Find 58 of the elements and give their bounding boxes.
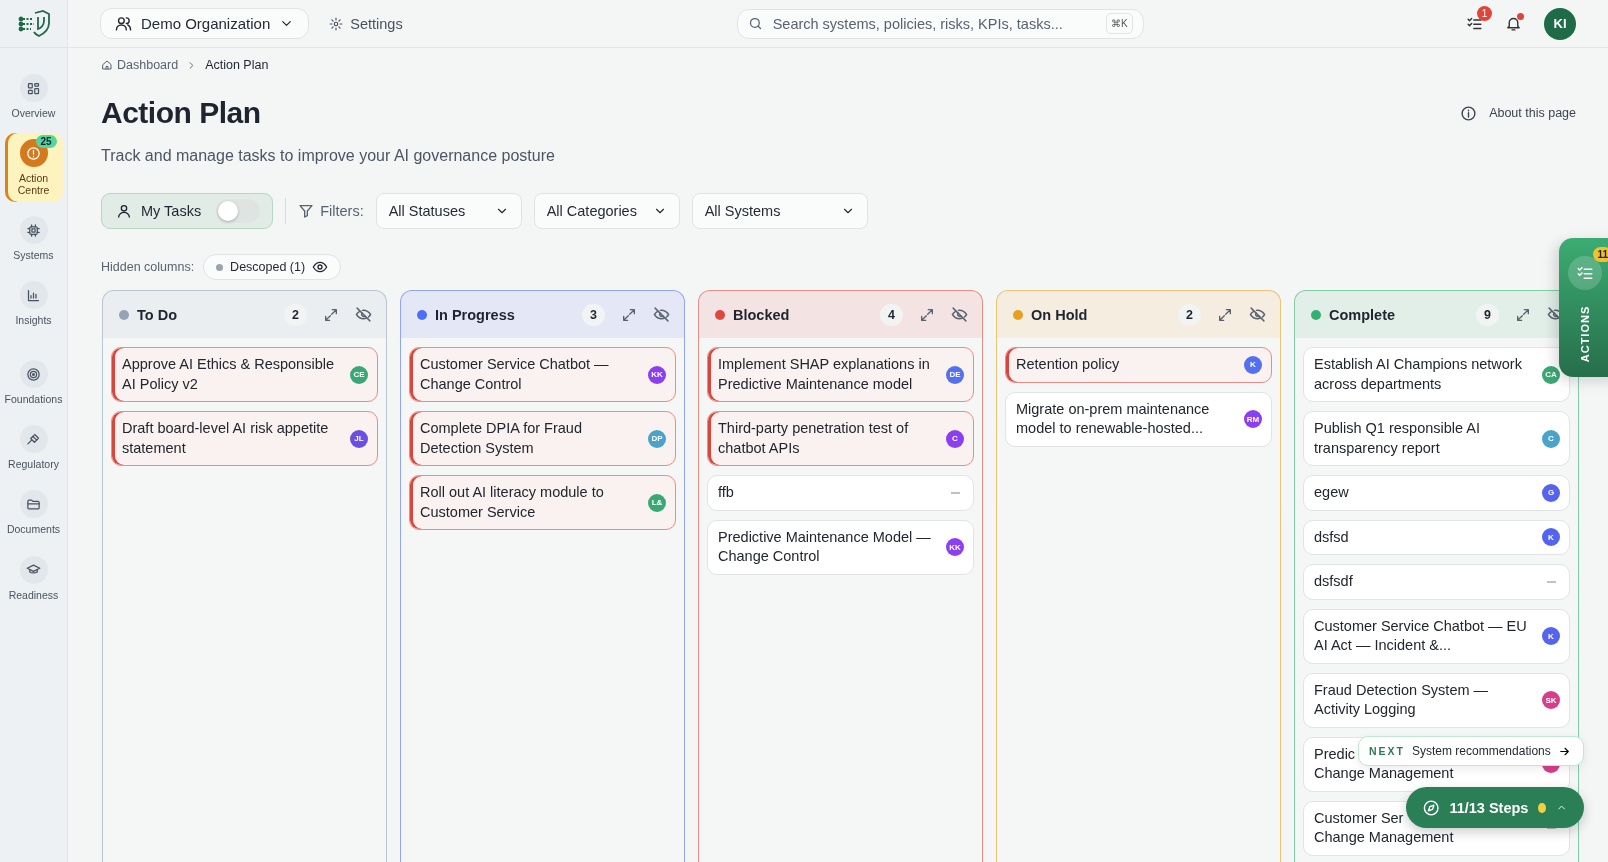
shortcut-hint: ⌘K [1105, 13, 1133, 34]
count-badge: 3 [582, 303, 605, 326]
count-badge: 2 [1178, 303, 1201, 326]
assignee-avatar: DE [946, 365, 964, 384]
task-title: Customer Service Chatbot — EU AI Act — Incident &... [1314, 616, 1528, 655]
task-title: Migrate on-prem maintenance model to renewable-hosted... [1016, 399, 1211, 438]
task-title: Fraud Detection System — Activity Logging [1314, 680, 1490, 719]
assignee-avatar: CE [350, 365, 368, 384]
assignee-avatar: KK [648, 365, 666, 384]
count-badge: 9 [1476, 303, 1499, 326]
task-title: dsfsdf [1314, 572, 1354, 591]
assignee-avatar: L& [648, 493, 666, 512]
page-title: Action Plan [101, 96, 261, 130]
hidden-columns-label: Hidden columns: [101, 260, 195, 274]
count-badge: 1 [1477, 6, 1492, 21]
task-title: Draft board-level AI risk appetite statement [122, 419, 330, 458]
task-title: Approve AI Ethics & Responsible AI Policy v2 [122, 355, 335, 394]
task-title: ffb [718, 483, 735, 502]
task-title-line: Customer Ser [1314, 809, 1404, 826]
task-title: Implement SHAP explanations in Predictive Maintenance model [718, 355, 931, 394]
task-title-line: Change Management [1314, 829, 1454, 845]
assignee-avatar: C [1542, 429, 1560, 448]
assignee-avatar: CA [1542, 365, 1560, 384]
column-title: In Progress [435, 306, 515, 323]
breadcrumb-current: Action Plan [205, 58, 269, 72]
assignee-avatar: RM [1244, 410, 1262, 428]
task-title: egew [1314, 483, 1350, 502]
assignee-avatar: JL [350, 429, 368, 448]
actions-tab-label: ACTIONS [1578, 304, 1592, 364]
filters-label: Filters: [298, 203, 364, 219]
task-title: Roll out AI literacy module to Customer Service [420, 483, 605, 522]
task-title: Third-party penetration test of chatbot APIs [718, 419, 910, 458]
column-title: To Do [137, 306, 177, 323]
task-title: Customer Service Chatbot — Change Control [420, 355, 610, 394]
assignee-avatar: G [1542, 483, 1560, 502]
task-title: dsfsd [1314, 527, 1350, 547]
column-title: Complete [1329, 306, 1396, 323]
assignee-avatar: KK [946, 538, 964, 556]
task-title: Retention policy [1016, 355, 1121, 374]
assignee-avatar: DP [648, 429, 666, 448]
count-badge: 2 [284, 303, 307, 326]
task-title: Complete DPIA for Fraud Detection System [420, 419, 583, 458]
task-title: Establish AI Champions network across departments [1314, 355, 1523, 394]
count-badge: 25 [35, 135, 57, 149]
assignee-avatar: SK [1542, 691, 1560, 709]
task-title-line: Change Management [1314, 765, 1454, 781]
task-title-line: Predic [1314, 745, 1356, 762]
assignee-avatar: K [1244, 355, 1262, 374]
count-badge: 4 [880, 303, 903, 326]
assignee-avatar: C [946, 429, 964, 448]
assignee-avatar: K [1542, 627, 1560, 645]
page-subtitle: Track and manage tasks to improve your AI governance posture [101, 147, 556, 165]
task-title: Predictive Maintenance Model — Change Control [718, 527, 932, 566]
count-badge: 11 [1593, 247, 1608, 262]
task-title: Publish Q1 responsible AI transparency report [1314, 419, 1482, 458]
assignee-avatar: K [1542, 528, 1560, 547]
column-title: On Hold [1031, 306, 1088, 323]
column-title: Blocked [733, 306, 790, 323]
